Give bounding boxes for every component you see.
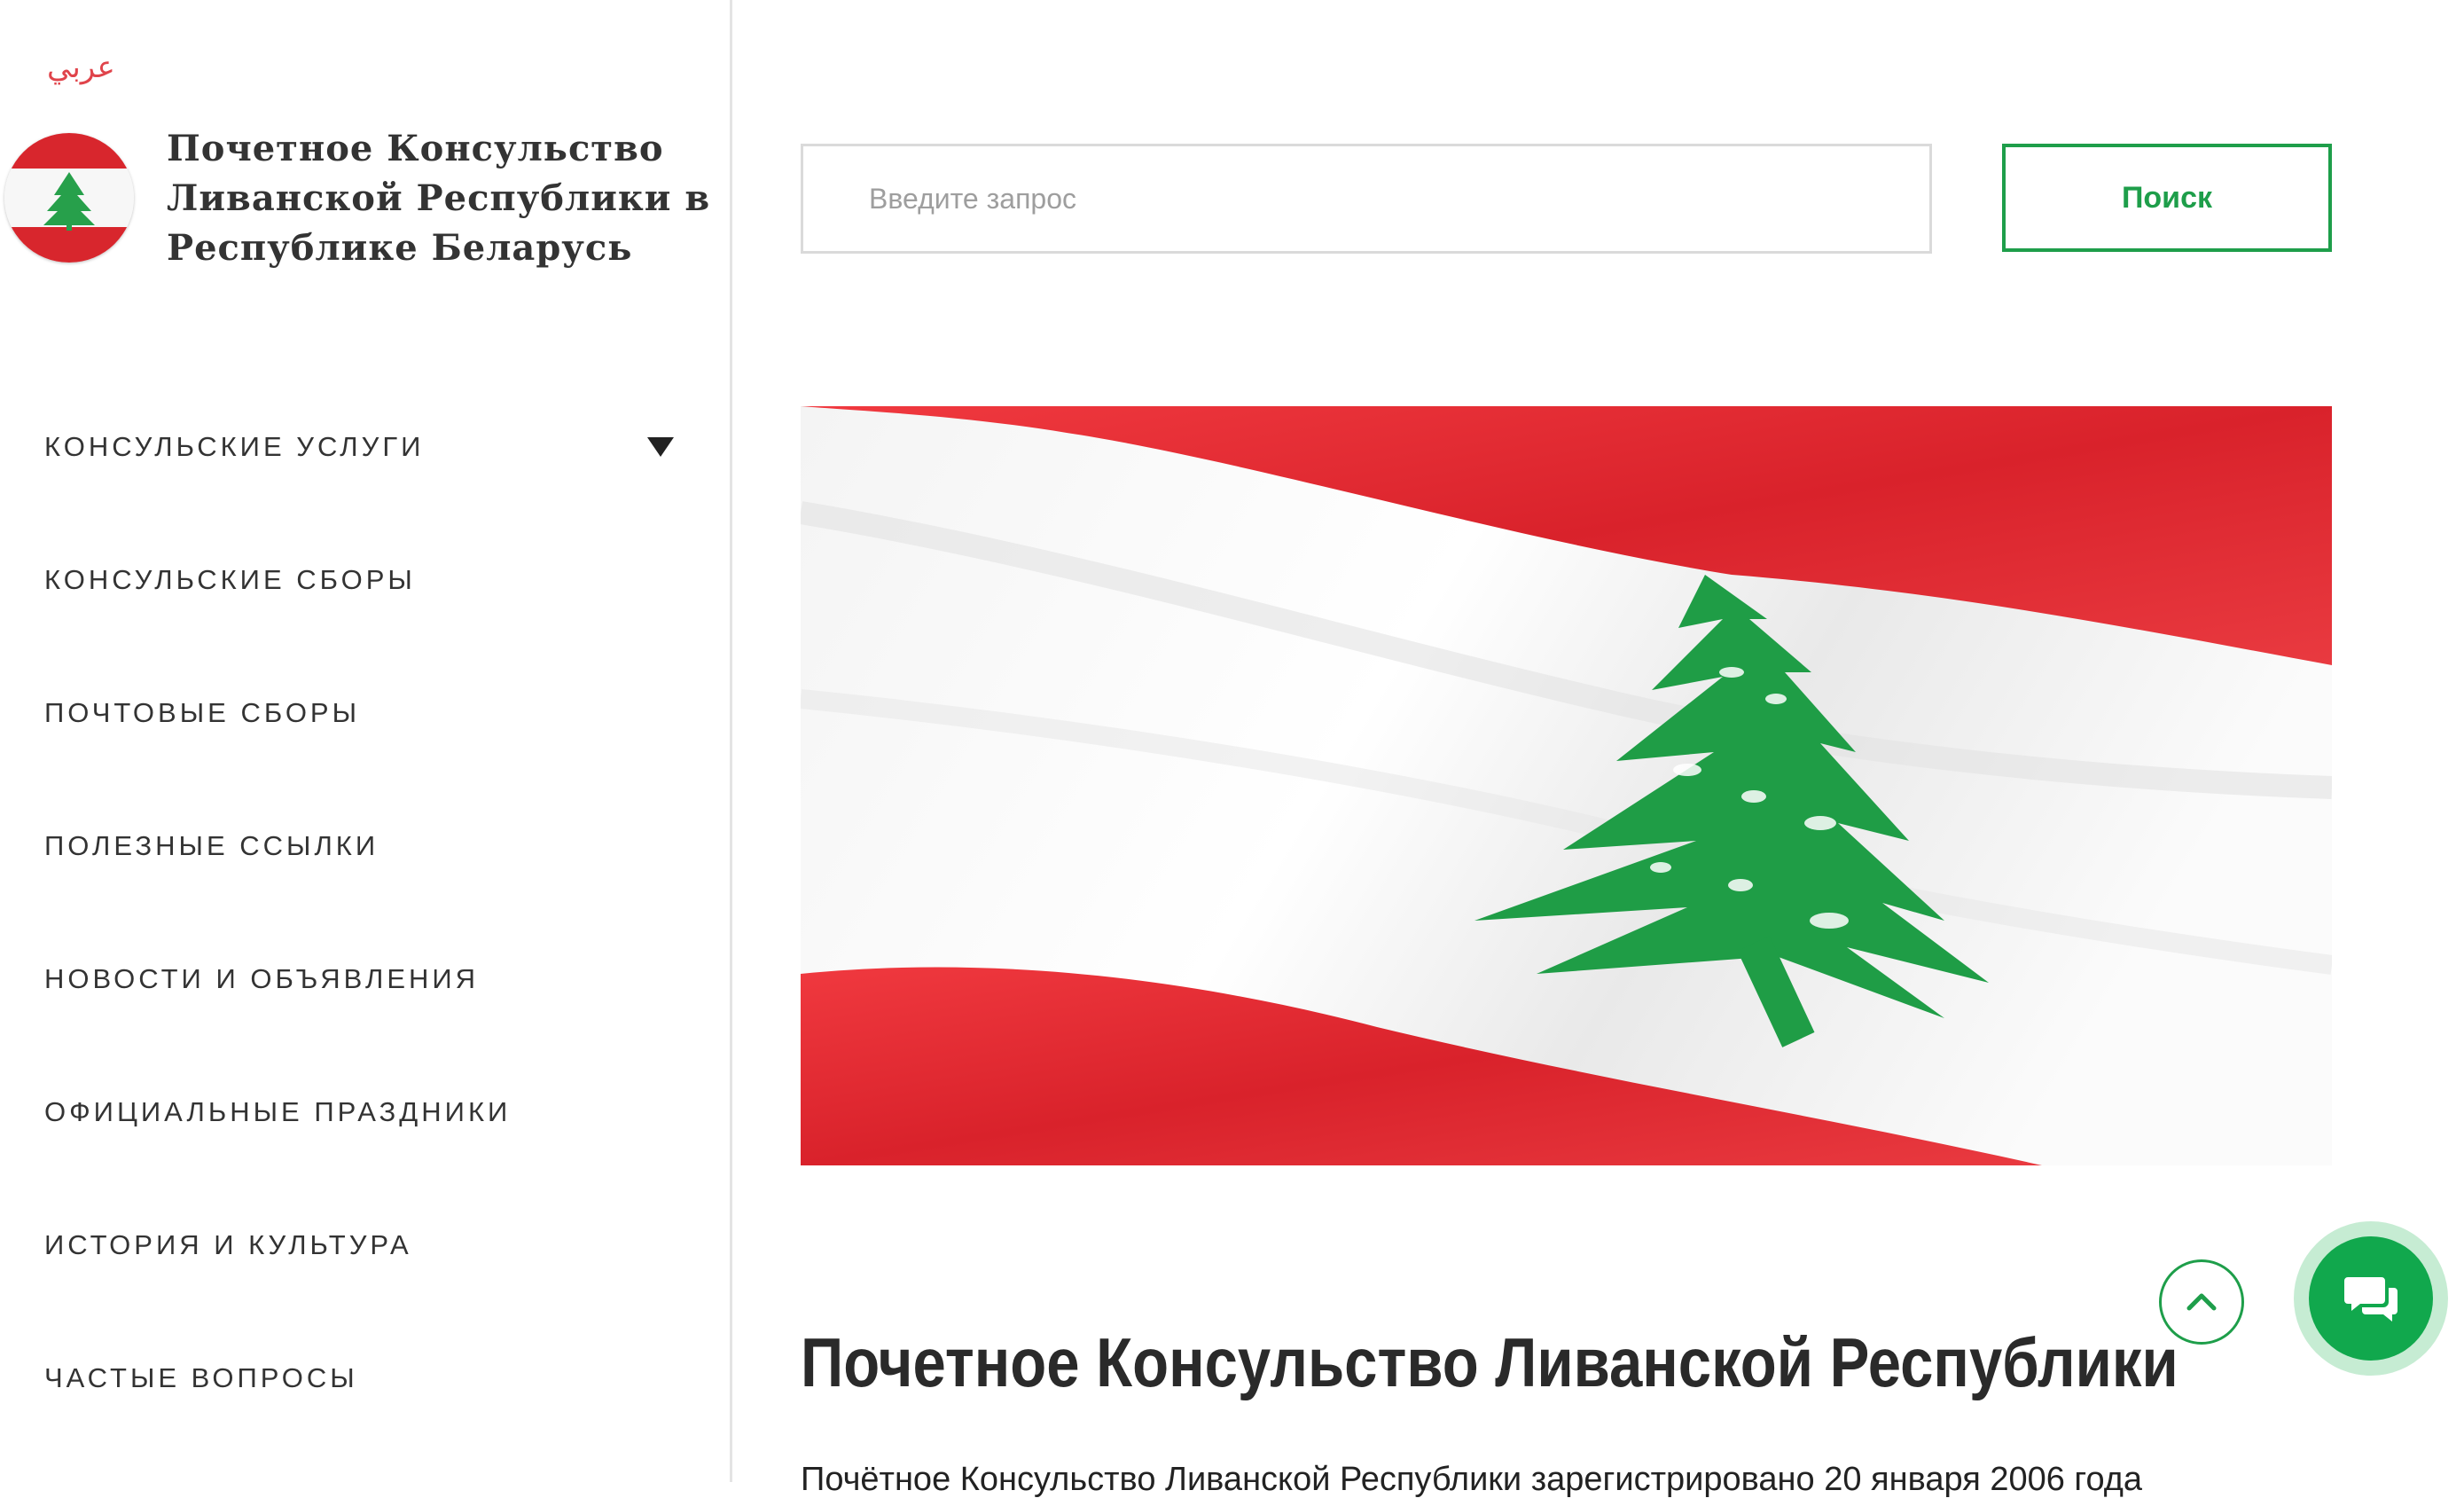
lebanon-flag-image: [801, 406, 2332, 1165]
intro-paragraph: Почётное Консульство Ливанской Республик…: [801, 1461, 2143, 1498]
nav-item-label: ПОЛЕЗНЫЕ ССЫЛКИ: [44, 830, 379, 861]
page-heading: Почетное Консульство Ливанской Республик…: [801, 1323, 2178, 1401]
nav-item-label: ОФИЦИАЛЬНЫЕ ПРАЗДНИКИ: [44, 1096, 512, 1127]
sidebar: عربي Почетное Консульство Ливанской Респ…: [0, 0, 732, 1482]
nav-item-label: КОНСУЛЬСКИЕ УСЛУГИ: [44, 431, 425, 462]
chat-button-inner[interactable]: [2309, 1236, 2433, 1361]
sidebar-nav: КОНСУЛЬСКИЕ УСЛУГИ КОНСУЛЬСКИЕ СБОРЫ ПОЧ…: [44, 408, 674, 1472]
chat-bubbles-icon: [2344, 1277, 2398, 1322]
caret-down-icon[interactable]: [647, 437, 674, 457]
chevron-up-icon: [2186, 1293, 2217, 1311]
language-switch-link[interactable]: عربي: [47, 50, 115, 85]
nav-item-faq[interactable]: ЧАСТЫЕ ВОПРОСЫ: [44, 1339, 674, 1472]
nav-item-label: ЧАСТЫЕ ВОПРОСЫ: [44, 1362, 358, 1393]
nav-item-label: ИСТОРИЯ И КУЛЬТУРА: [44, 1229, 412, 1260]
nav-item-useful-links[interactable]: ПОЛЕЗНЫЕ ССЫЛКИ: [44, 807, 674, 940]
nav-item-label: НОВОСТИ И ОБЪЯВЛЕНИЯ: [44, 963, 480, 994]
brand-title[interactable]: Почетное Консульство Ливанской Республик…: [167, 124, 716, 273]
scroll-to-top-button[interactable]: [2159, 1259, 2244, 1345]
chat-widget-button[interactable]: [2294, 1221, 2448, 1376]
lebanon-flag-logo-icon: [4, 133, 134, 263]
nav-item-history-culture[interactable]: ИСТОРИЯ И КУЛЬТУРА: [44, 1206, 674, 1339]
search-button[interactable]: Поиск: [2002, 144, 2332, 252]
nav-item-consular-fees[interactable]: КОНСУЛЬСКИЕ СБОРЫ: [44, 541, 674, 674]
nav-item-consular-services[interactable]: КОНСУЛЬСКИЕ УСЛУГИ: [44, 408, 674, 541]
hero-flag-image: [801, 406, 2332, 1165]
nav-item-news[interactable]: НОВОСТИ И ОБЪЯВЛЕНИЯ: [44, 940, 674, 1073]
nav-item-official-holidays[interactable]: ОФИЦИАЛЬНЫЕ ПРАЗДНИКИ: [44, 1073, 674, 1206]
search-input[interactable]: [801, 144, 1932, 254]
brand-logo[interactable]: [4, 133, 134, 263]
nav-item-postal-fees[interactable]: ПОЧТОВЫЕ СБОРЫ: [44, 674, 674, 807]
nav-item-label: КОНСУЛЬСКИЕ СБОРЫ: [44, 564, 416, 595]
nav-item-label: ПОЧТОВЫЕ СБОРЫ: [44, 697, 361, 728]
